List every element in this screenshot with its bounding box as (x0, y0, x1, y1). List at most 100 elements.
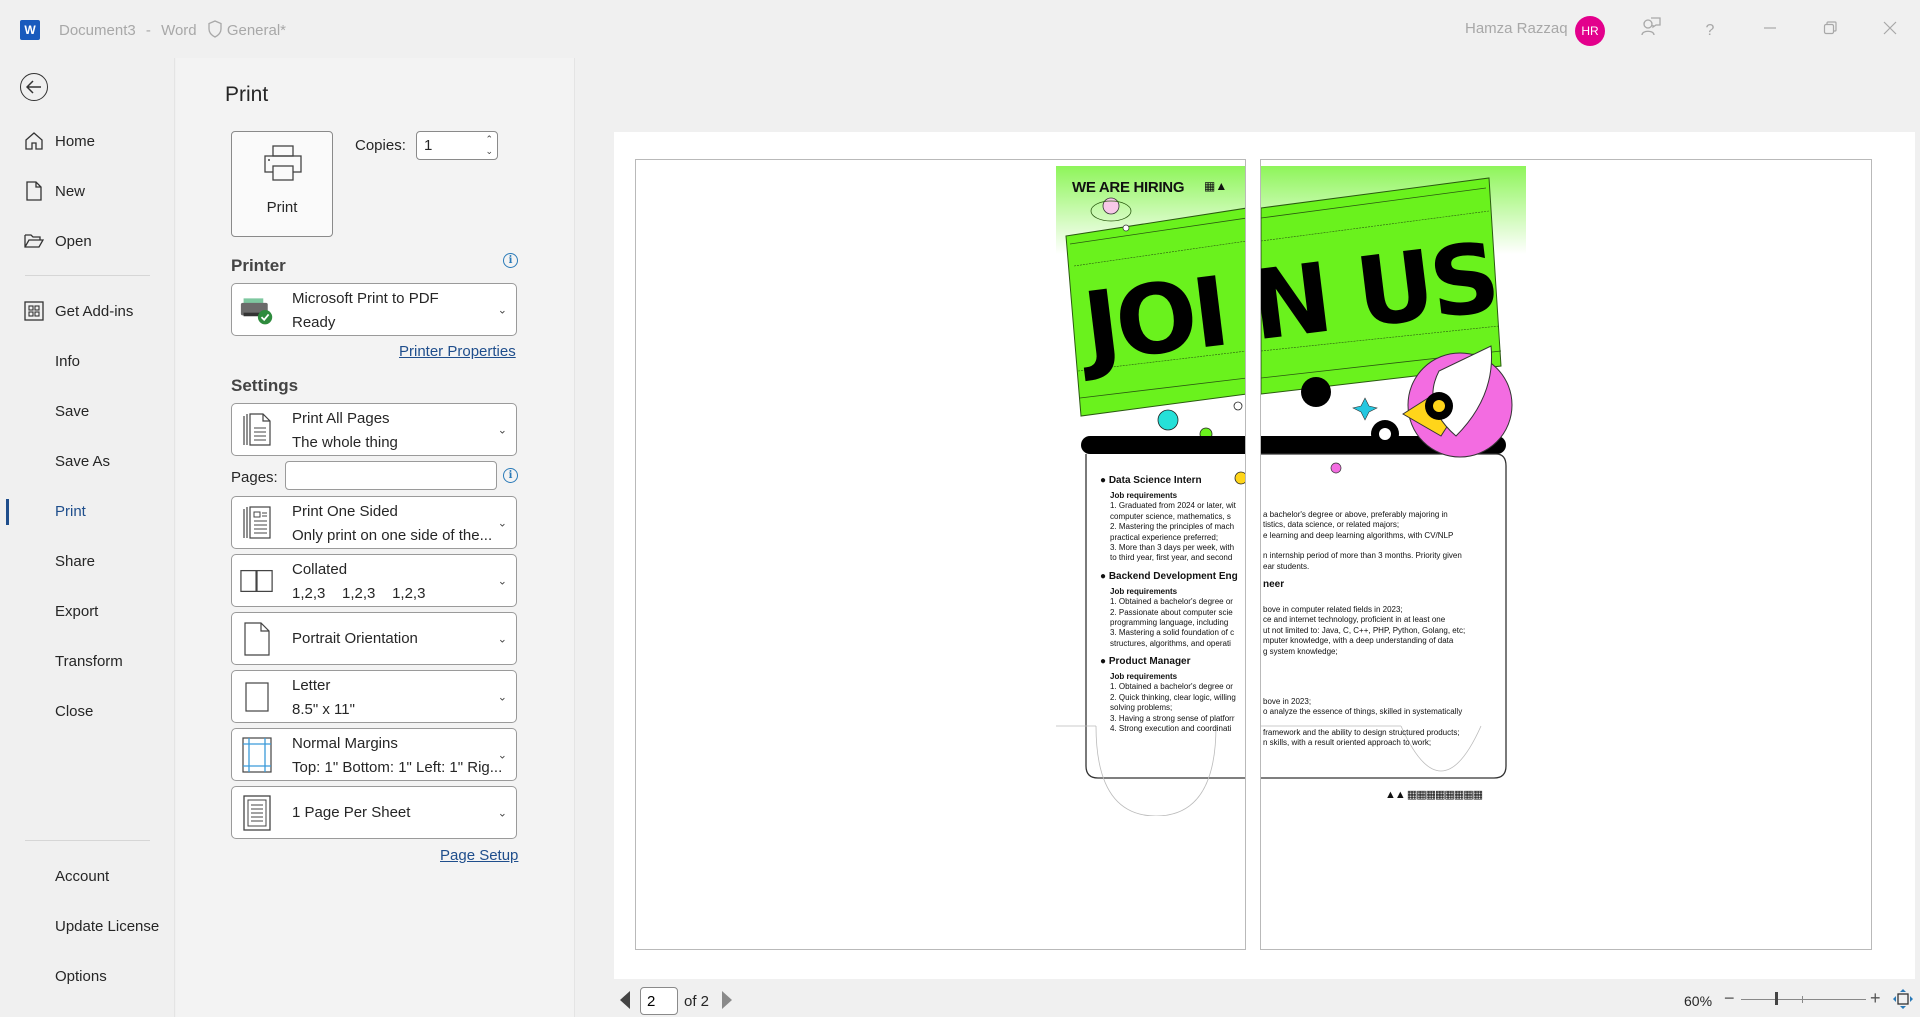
user-name[interactable]: Hamza Razzaq (1465, 20, 1568, 37)
job-requirements-text: bove in 2023; (1263, 696, 1312, 706)
pages-per-sheet-dropdown[interactable]: 1 Page Per Sheet ⌄ (231, 786, 517, 839)
print-preview: WE ARE HIRING ▦▲ JOI ● Data Science Inte… (614, 132, 1915, 979)
info-icon[interactable]: i (503, 468, 518, 483)
current-page-input[interactable] (640, 987, 678, 1015)
chevron-down-icon: ⌄ (497, 517, 507, 529)
zoom-slider[interactable] (1741, 999, 1866, 1000)
sidebar-item-label: New (55, 182, 86, 200)
job-requirements-text: tistics, data science, or related majors… (1263, 520, 1400, 530)
sidebar-item-transform[interactable]: Transform (0, 641, 175, 681)
job-requirements-label: Job requirements (1110, 672, 1178, 682)
paper-size-dropdown[interactable]: Letter 8.5" x 11" ⌄ (231, 670, 517, 723)
home-icon (24, 131, 44, 151)
sidebar-divider (25, 840, 150, 841)
printer-section-heading: Printer (231, 256, 286, 275)
margins-icon (240, 736, 274, 773)
sidebar-divider (25, 275, 150, 276)
setting-line1: Normal Margins (292, 735, 398, 752)
zoom-level[interactable]: 60% (1684, 993, 1712, 1009)
chevron-down-icon: ⌄ (497, 691, 507, 703)
job-requirements-text: ce and internet technology, proficient i… (1263, 615, 1446, 625)
sidebar-item-account[interactable]: Account (0, 856, 175, 896)
chevron-down-icon: ⌄ (497, 807, 507, 819)
sidebar-item-open[interactable]: Open (0, 221, 175, 261)
sidebar-item-get-add-ins[interactable]: Get Add-ins (0, 291, 175, 331)
orientation-dropdown[interactable]: Portrait Orientation ⌄ (231, 612, 517, 665)
poster-right-half: N US ▲▲ ▦▦▦▦▦▦▦▦ a bachelor's degree or … (1261, 166, 1526, 816)
avatar[interactable]: HR (1575, 16, 1605, 46)
job-requirements-text: mputer knowledge, with a deep understand… (1263, 636, 1454, 646)
job-requirements-text: o analyze the essence of things, skilled… (1263, 707, 1463, 717)
sidebar-item-export[interactable]: Export (0, 591, 175, 631)
sidebar-item-label: Share (55, 552, 96, 570)
sensitivity-label[interactable]: General* (227, 22, 286, 39)
printer-dropdown[interactable]: Microsoft Print to PDF Ready ⌄ (231, 283, 517, 336)
sidebar-item-label: Options (55, 967, 107, 985)
job-title: ● Product Manager (1100, 656, 1191, 668)
job-requirements-label: Job requirements (1110, 586, 1178, 596)
next-page-icon[interactable] (722, 991, 732, 1009)
sidebar-item-label: Open (55, 232, 92, 250)
restore-icon[interactable] (1815, 16, 1845, 46)
sidebar-item-info[interactable]: Info (0, 341, 175, 381)
feedback-icon[interactable] (1636, 16, 1666, 46)
folder-open-icon (24, 231, 44, 251)
sidebar-item-options[interactable]: Options (0, 956, 175, 996)
zoom-to-page-icon[interactable] (1892, 988, 1914, 1010)
print-button[interactable]: Print (231, 131, 333, 237)
sidebar-item-label: Save As (55, 452, 111, 470)
minimize-icon[interactable] (1755, 16, 1785, 46)
page-setup-link[interactable]: Page Setup (440, 847, 518, 864)
sidebar-item-close[interactable]: Close (0, 691, 175, 731)
sidebar-item-new[interactable]: New (0, 171, 175, 211)
paper-size-icon (240, 680, 274, 714)
sidebar-item-print[interactable]: Print (0, 491, 175, 531)
zoom-slider-thumb[interactable] (1774, 992, 1778, 1005)
increment-icon[interactable]: ⌃ (485, 133, 493, 145)
settings-section-heading: Settings (231, 376, 299, 395)
sidebar-item-update-license[interactable]: Update License (0, 906, 175, 946)
collation-dropdown[interactable]: Collated 1,2,3 1,2,3 1,2,3 ⌄ (231, 554, 517, 607)
zoom-out-icon[interactable]: − (1724, 988, 1735, 1009)
printer-properties-link[interactable]: Printer Properties (399, 343, 516, 360)
checker-pattern-icon: ▲▲ ▦▦▦▦▦▦▦▦ (1385, 789, 1483, 801)
poster-left-half: WE ARE HIRING ▦▲ JOI ● Data Science Inte… (1056, 166, 1245, 816)
copies-stepper[interactable]: 1 ⌃ ⌄ (416, 131, 498, 160)
zoom-in-icon[interactable]: + (1870, 988, 1881, 1009)
one-sided-icon (240, 505, 274, 540)
close-icon[interactable] (1875, 16, 1905, 46)
job-listings-left: ● Data Science Intern Job requirements 1… (1100, 474, 1245, 734)
print-range-dropdown[interactable]: Print All Pages The whole thing ⌄ (231, 403, 517, 456)
job-title: neer (1263, 578, 1285, 590)
poster-headline-left: JOI (1077, 255, 1232, 385)
setting-line1: Print One Sided (292, 503, 398, 520)
sidebar-item-share[interactable]: Share (0, 541, 175, 581)
printer-name: Microsoft Print to PDF (292, 290, 439, 307)
job-listings-right: a bachelor's degree or above, preferably… (1263, 492, 1503, 748)
help-icon[interactable]: ? (1695, 16, 1725, 46)
job-requirements-text: 1. Obtained a bachelor's degree or 2. Qui… (1110, 682, 1236, 734)
job-requirements-text: 1. Obtained a bachelor's degree or 2. Pas… (1110, 597, 1235, 648)
pages-input[interactable] (285, 461, 497, 490)
page-per-sheet-icon (240, 794, 274, 831)
page-count: of 2 (684, 993, 710, 1010)
pages-label: Pages: (231, 469, 278, 486)
job-title: ● Backend Development Eng (1100, 570, 1238, 582)
info-icon[interactable]: i (503, 253, 518, 268)
sidebar-item-home[interactable]: Home (0, 121, 175, 161)
back-arrow-icon[interactable] (20, 73, 48, 101)
sidebar-item-save-as[interactable]: Save As (0, 441, 175, 481)
sidebar-item-save[interactable]: Save (0, 391, 175, 431)
previous-page-icon[interactable] (620, 991, 630, 1009)
sidebar-item-label: Save (55, 402, 90, 420)
job-requirements-text: g system knowledge; (1263, 646, 1338, 656)
sides-dropdown[interactable]: Print One Sided Only print on one side o… (231, 496, 517, 549)
job-requirements-text: 1. Graduated from 2024 or later, wit comp… (1110, 501, 1236, 563)
job-requirements-text: framework and the ability to design stru… (1263, 727, 1460, 737)
margins-dropdown[interactable]: Normal Margins Top: 1" Bottom: 1" Left: … (231, 728, 517, 781)
job-requirements-text: ut not limited to: Java, C, C++, PHP, Py… (1263, 625, 1466, 635)
decrement-icon[interactable]: ⌄ (485, 145, 493, 157)
backstage-sidebar: Home New Open Get Add-ins Info Save Save… (0, 58, 175, 1017)
setting-line2: Only print on one side of the... (292, 527, 493, 544)
shield-icon (208, 20, 222, 38)
